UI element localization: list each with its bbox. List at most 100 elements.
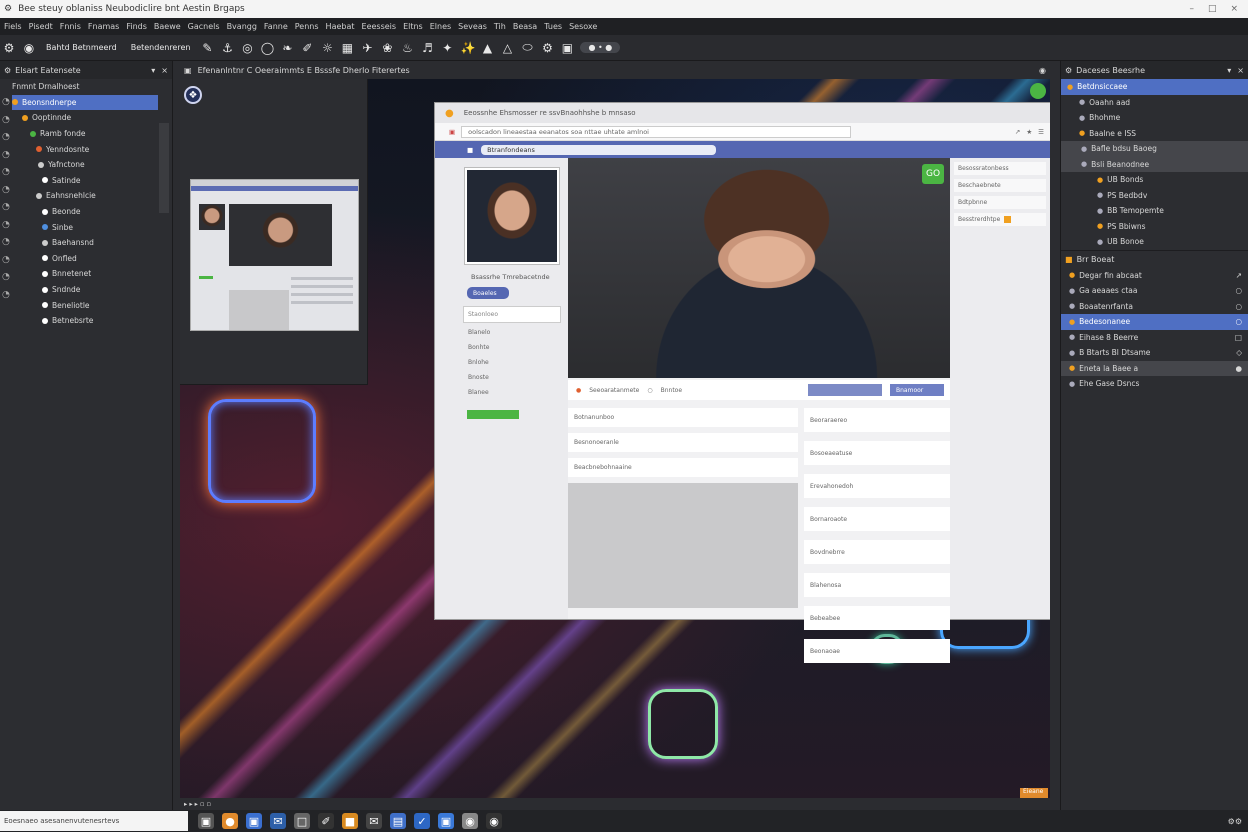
layer-item[interactable]: ● PS Bbiwns <box>1061 219 1248 235</box>
action-button-1[interactable] <box>808 384 882 396</box>
home-icon[interactable]: ■ <box>467 146 473 154</box>
visibility-icon[interactable]: ◔ <box>2 167 10 177</box>
follow-button[interactable]: Boaeles <box>467 287 509 299</box>
profile-link[interactable]: Bnlohe <box>468 359 490 374</box>
visibility-icon[interactable]: ◔ <box>2 97 10 107</box>
feed-card[interactable]: Bovdnebrre <box>804 540 950 564</box>
window-icon[interactable]: □ <box>294 813 310 829</box>
menu-item[interactable]: Bvangg <box>227 22 257 31</box>
profile-link[interactable]: Bonhte <box>468 344 490 359</box>
menu-item[interactable]: Haebat <box>326 22 355 31</box>
sun-icon[interactable]: ☼ <box>320 41 334 55</box>
menu-item[interactable]: Pisedt <box>29 22 53 31</box>
feed-card[interactable]: Erevahonedoh <box>804 474 950 498</box>
layer-item[interactable]: ● UB Bonoe <box>1061 234 1248 250</box>
maximize-icon[interactable]: □ <box>1208 4 1217 14</box>
menu-item[interactable]: Gacnels <box>188 22 220 31</box>
action-label-2[interactable]: Bnntoe <box>661 387 682 394</box>
feed-card[interactable]: Besnonoeranle <box>568 433 798 452</box>
viewport-tabs[interactable]: Efenanlntnr C Oeeraimmts E Bsssfe Dherlo… <box>198 66 410 75</box>
left-scrollbar[interactable] <box>159 123 169 213</box>
visibility-icon[interactable]: ◔ <box>2 220 10 230</box>
anchor-icon[interactable]: ⚓ <box>220 41 234 55</box>
site-search-input[interactable]: Btranfondeans <box>481 144 717 155</box>
layer-item[interactable]: ● Betdnsiccaee <box>1061 79 1248 95</box>
brush-icon[interactable]: ✐ <box>318 813 334 829</box>
profile-link[interactable]: Blanee <box>468 389 490 404</box>
globe-icon[interactable]: ◉ <box>462 813 478 829</box>
feed-card[interactable]: Botnanunboo <box>568 408 798 427</box>
layer-item[interactable]: ● Eihase 8 Beerre □ <box>1061 330 1248 346</box>
pin-icon[interactable]: ▾ <box>151 66 155 75</box>
tree-item[interactable]: Bnnetenet <box>12 266 158 282</box>
feed-card[interactable]: Blahenosa <box>804 573 950 597</box>
mail-icon[interactable]: ✉ <box>366 813 382 829</box>
menu-item[interactable]: Seveas <box>458 22 487 31</box>
right-column-item[interactable]: Bdtpbnne <box>954 196 1046 209</box>
layer-action-icon[interactable]: ○ <box>1235 302 1248 311</box>
menu-item[interactable]: Fiels <box>4 22 22 31</box>
tree-item[interactable]: Baehansnd <box>12 235 158 251</box>
layer-action-icon[interactable]: ◇ <box>1236 348 1248 357</box>
layer-item[interactable]: ● Eneta la Baee a ● <box>1061 360 1248 376</box>
tray-icons[interactable]: ⚙⚙ <box>1228 817 1248 826</box>
feed-card[interactable]: Bornaroaote <box>804 507 950 531</box>
record-icon[interactable]: ◉ <box>22 41 36 55</box>
close-icon[interactable]: × <box>1230 4 1238 14</box>
chat-icon[interactable]: ✉ <box>270 813 286 829</box>
tree-item[interactable]: Fnmnt Drnalhoest <box>12 79 158 95</box>
doc-icon[interactable]: ▤ <box>390 813 406 829</box>
action-label-1[interactable]: Seeoaratanmete <box>589 387 639 394</box>
visibility-icon[interactable]: ◔ <box>2 272 10 282</box>
menu-item[interactable]: Tues <box>544 22 562 31</box>
layer-action-icon[interactable]: ↗ <box>1236 271 1248 280</box>
minimize-icon[interactable]: – <box>1189 4 1194 14</box>
feed-card[interactable]: Beacbnebohnaaine <box>568 458 798 477</box>
puzzle-icon[interactable]: ▣ <box>560 41 574 55</box>
toolbar-label-1[interactable]: Bahtd Betnmeerd <box>42 43 121 52</box>
tree-item[interactable]: Beonde <box>12 204 158 220</box>
right-column-item[interactable]: Beschaebnete <box>954 179 1046 192</box>
ellipse-icon[interactable]: ⬭ <box>520 40 534 55</box>
pin-badge-icon[interactable]: ❖ <box>184 86 202 104</box>
triangle-icon[interactable]: △ <box>500 41 514 55</box>
drop-icon[interactable]: ♨ <box>400 41 414 55</box>
folder-icon[interactable]: ■ <box>342 813 358 829</box>
right-column-item[interactable]: Besossratonbess <box>954 162 1046 175</box>
panel-close-icon[interactable]: × <box>1237 66 1244 75</box>
tree-item[interactable]: Beonsndnerpe <box>12 94 158 111</box>
tree-item[interactable]: Eahnsnehlcie <box>12 188 158 204</box>
profile-input[interactable]: Staonloeo <box>463 306 561 323</box>
layer-item[interactable]: ● B Btarts Bl Dtsame ◇ <box>1061 345 1248 361</box>
globe-icon[interactable]: ◉ <box>1039 66 1050 75</box>
tree-item[interactable]: Beneliotle <box>12 297 158 313</box>
menu-item[interactable]: Eeesseis <box>362 22 397 31</box>
layer-item[interactable]: ● Oaahn aad <box>1061 95 1248 111</box>
layer-action-icon[interactable]: ● <box>1235 364 1248 373</box>
url-field[interactable]: oolscadon lineaestaa eeanatos soa nttae … <box>461 125 852 138</box>
menu-item[interactable]: Tih <box>494 22 506 31</box>
layer-action-icon[interactable]: ○ <box>1235 286 1248 295</box>
tree-item[interactable]: Yafnctone <box>12 157 158 173</box>
tree-item[interactable]: Ramb fonde <box>12 126 158 142</box>
pin-icon[interactable]: ▾ <box>1227 66 1231 75</box>
tree-item[interactable]: Sinbe <box>12 219 158 235</box>
layer-item[interactable]: ● Boaatenrfanta ○ <box>1061 299 1248 315</box>
tree-item[interactable]: Onfled <box>12 251 158 267</box>
layer-item[interactable]: ● Bsli Beanodnee <box>1061 156 1248 172</box>
menu-item[interactable]: Fnnis <box>60 22 81 31</box>
status-field[interactable]: Eoesnaeo asesanenvutenesrtevs <box>0 811 188 831</box>
feed-card[interactable]: Bebeabee <box>804 606 950 630</box>
tree-item[interactable]: Sndnde <box>12 282 158 298</box>
layer-item[interactable]: ● Bhohme <box>1061 110 1248 126</box>
action-button-2[interactable]: Bnamoor <box>890 384 944 396</box>
visibility-icon[interactable]: ◔ <box>2 185 10 195</box>
visibility-icon[interactable]: ◔ <box>2 132 10 142</box>
layer-action-icon[interactable]: ○ <box>1235 317 1248 326</box>
gear-icon[interactable]: ⚙ <box>540 41 554 55</box>
visibility-icon[interactable]: ◔ <box>2 255 10 265</box>
bell-icon[interactable]: ♬ <box>420 41 434 55</box>
record-icon[interactable]: ◉ <box>486 813 502 829</box>
visibility-icon[interactable]: ◔ <box>2 202 10 212</box>
layer-item[interactable]: ● Baalne e ISS <box>1061 126 1248 142</box>
